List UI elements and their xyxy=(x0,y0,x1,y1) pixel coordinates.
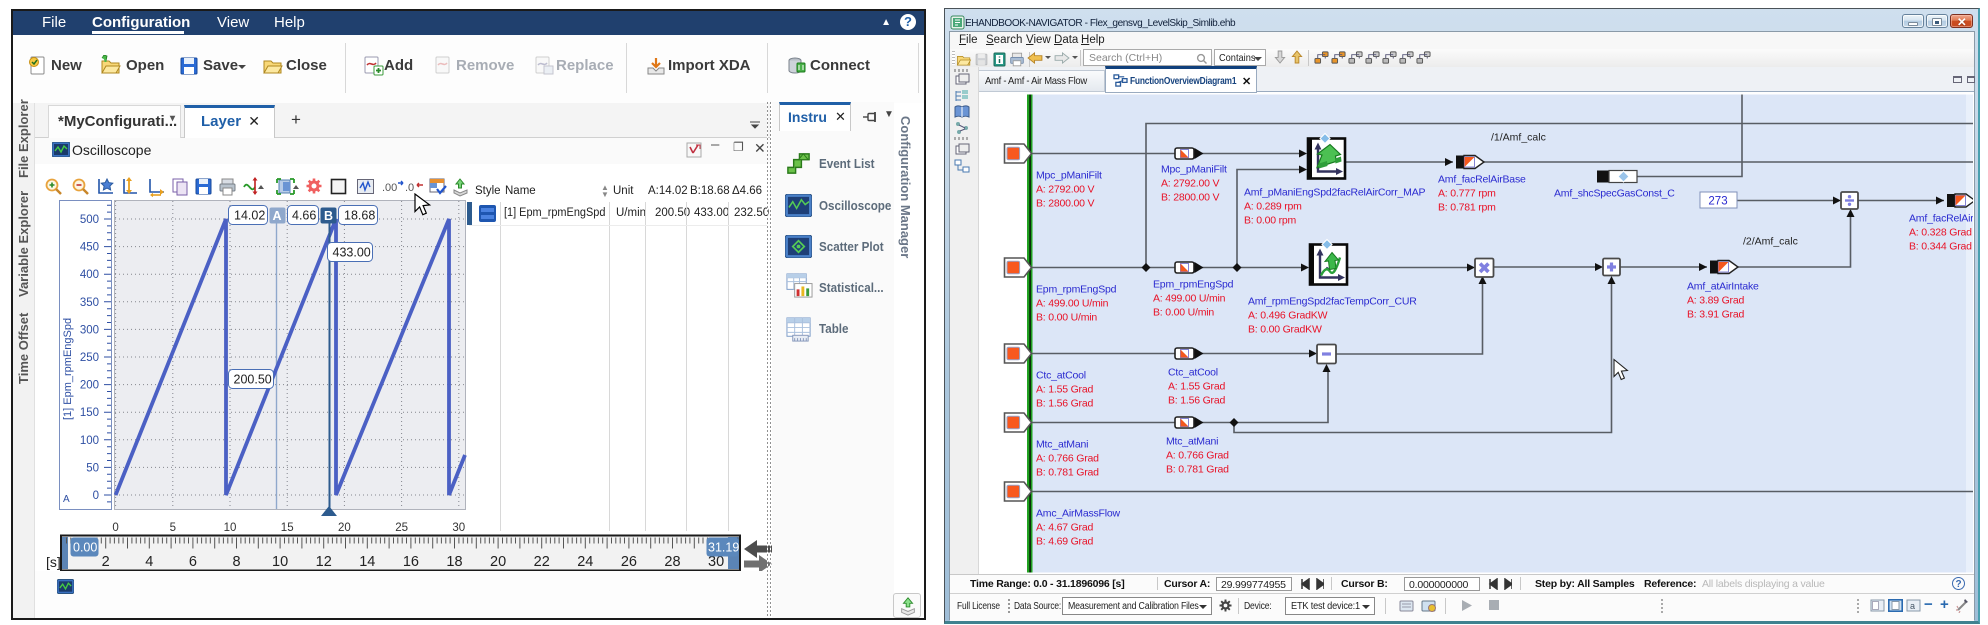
svg-text:0: 0 xyxy=(93,490,99,502)
svg-text:Mtc_atMani: Mtc_atMani xyxy=(1166,436,1218,448)
svg-text:B: 0.344 Grad: B: 0.344 Grad xyxy=(1909,241,1972,253)
svg-text:2: 2 xyxy=(102,554,110,570)
svg-text:B: 1.56 Grad: B: 1.56 Grad xyxy=(1168,395,1225,407)
svg-text:10: 10 xyxy=(272,554,288,570)
svg-text:B: 0.00 GradKW: B: 0.00 GradKW xyxy=(1248,324,1322,336)
svg-text:A: 0.496 GradKW: A: 0.496 GradKW xyxy=(1248,310,1328,322)
svg-text:16: 16 xyxy=(403,554,419,570)
svg-text:433.00: 433.00 xyxy=(333,246,371,260)
svg-text:A: 499.00 U/min: A: 499.00 U/min xyxy=(1153,293,1226,305)
svg-text:B: 0.781 rpm: B: 0.781 rpm xyxy=(1438,202,1496,214)
svg-text:12: 12 xyxy=(316,554,332,570)
svg-text:A: 2792.00 V: A: 2792.00 V xyxy=(1161,178,1220,190)
svg-text:350: 350 xyxy=(80,297,99,309)
svg-text:28: 28 xyxy=(664,554,680,570)
svg-text:B: 0.781 Grad: B: 0.781 Grad xyxy=(1036,467,1099,479)
svg-text:31.19: 31.19 xyxy=(708,541,739,555)
svg-text:A: 1.55 Grad: A: 1.55 Grad xyxy=(1036,384,1093,396)
svg-text:18.68: 18.68 xyxy=(344,209,375,223)
svg-text:14.02: 14.02 xyxy=(234,209,265,223)
svg-text:B: B xyxy=(324,209,333,223)
svg-text:A: 0.328 Grad: A: 0.328 Grad xyxy=(1909,227,1972,239)
svg-text:B: 0.00 U/min: B: 0.00 U/min xyxy=(1036,312,1097,324)
svg-text:4: 4 xyxy=(145,554,153,570)
svg-text:A: 499.00 U/min: A: 499.00 U/min xyxy=(1036,298,1109,310)
svg-text:20: 20 xyxy=(490,554,506,570)
svg-text:B: 3.91 Grad: B: 3.91 Grad xyxy=(1687,309,1744,321)
svg-text:Mtc_atMani: Mtc_atMani xyxy=(1036,439,1088,451)
svg-text:26: 26 xyxy=(621,554,637,570)
svg-text:A: 0.289 rpm: A: 0.289 rpm xyxy=(1244,201,1302,213)
svg-text:Mpc_pManiFilt: Mpc_pManiFilt xyxy=(1161,164,1227,176)
svg-text:Ctc_atCool: Ctc_atCool xyxy=(1168,367,1218,379)
svg-text:A: 2792.00 V: A: 2792.00 V xyxy=(1036,184,1095,196)
svg-text:B: 4.69 Grad: B: 4.69 Grad xyxy=(1036,536,1093,548)
svg-text:50: 50 xyxy=(86,462,99,474)
svg-text:300: 300 xyxy=(80,324,99,336)
svg-text:500: 500 xyxy=(80,214,99,226)
svg-text:Amf_pManiEngSpd2facRelAirCorr_: Amf_pManiEngSpd2facRelAirCorr_MAP xyxy=(1244,187,1426,199)
svg-text:Epm_rpmEngSpd: Epm_rpmEngSpd xyxy=(1036,284,1117,296)
svg-text:150: 150 xyxy=(80,407,99,419)
svg-text:4.66: 4.66 xyxy=(292,209,316,223)
svg-text:Amf_facRelAir: Amf_facRelAir xyxy=(1909,213,1973,225)
svg-text:18: 18 xyxy=(446,554,462,570)
svg-text:A: A xyxy=(273,209,282,223)
svg-text:450: 450 xyxy=(80,242,99,254)
svg-text:B: 2800.00 V: B: 2800.00 V xyxy=(1036,198,1095,210)
svg-text:Amc_AirMassFlow: Amc_AirMassFlow xyxy=(1036,508,1121,520)
svg-text:Amf_rpmEngSpd2facTempCorr_CUR: Amf_rpmEngSpd2facTempCorr_CUR xyxy=(1248,296,1417,308)
svg-text:B: 1.56 Grad: B: 1.56 Grad xyxy=(1036,398,1093,410)
svg-text:Ctc_atCool: Ctc_atCool xyxy=(1036,370,1086,382)
svg-text:a: a xyxy=(1910,601,1915,611)
svg-text:B: 0.00 U/min: B: 0.00 U/min xyxy=(1153,307,1214,319)
svg-text:24: 24 xyxy=(577,554,593,570)
svg-text:.00: .00 xyxy=(382,182,397,194)
svg-text:Amf_atAirIntake: Amf_atAirIntake xyxy=(1687,281,1759,293)
svg-text:B: 2800.00 V: B: 2800.00 V xyxy=(1161,192,1220,204)
svg-text:0.00: 0.00 xyxy=(73,541,97,555)
svg-text:250: 250 xyxy=(80,352,99,364)
svg-text:/1/Amf_calc: /1/Amf_calc xyxy=(1491,132,1546,144)
svg-text:A: 1.55 Grad: A: 1.55 Grad xyxy=(1168,381,1225,393)
svg-text:6: 6 xyxy=(189,554,197,570)
svg-text:B: 0.781 Grad: B: 0.781 Grad xyxy=(1166,464,1229,476)
svg-text:A: 0.766 Grad: A: 0.766 Grad xyxy=(1166,450,1229,462)
svg-text:Amf_shcSpecGasConst_C: Amf_shcSpecGasConst_C xyxy=(1554,188,1675,200)
svg-text:A: A xyxy=(63,494,70,505)
svg-text:400: 400 xyxy=(80,269,99,281)
svg-text:100: 100 xyxy=(80,435,99,447)
svg-text:/2/Amf_calc: /2/Amf_calc xyxy=(1743,236,1798,248)
svg-text:[s]: [s] xyxy=(46,554,61,570)
svg-text:A: 0.766 Grad: A: 0.766 Grad xyxy=(1036,453,1099,465)
svg-text:8: 8 xyxy=(232,554,240,570)
svg-text:200.50: 200.50 xyxy=(234,373,272,387)
svg-text:A: 4.67 Grad: A: 4.67 Grad xyxy=(1036,522,1093,534)
svg-text:200: 200 xyxy=(80,380,99,392)
svg-text:14: 14 xyxy=(359,554,375,570)
svg-text:273: 273 xyxy=(1708,196,1727,208)
svg-text:A: 0.777 rpm: A: 0.777 rpm xyxy=(1438,188,1496,200)
svg-text:Epm_rpmEngSpd: Epm_rpmEngSpd xyxy=(1153,279,1234,291)
svg-text:B: 0.00 rpm: B: 0.00 rpm xyxy=(1244,215,1297,227)
svg-text:A: 3.89 Grad: A: 3.89 Grad xyxy=(1687,295,1744,307)
svg-text:Amf_facRelAirBase: Amf_facRelAirBase xyxy=(1438,174,1526,186)
svg-text:22: 22 xyxy=(534,554,550,570)
svg-text:Mpc_pManiFilt: Mpc_pManiFilt xyxy=(1036,170,1102,182)
svg-text:[1] Epm_rpmEngSpd: [1] Epm_rpmEngSpd xyxy=(62,318,74,420)
